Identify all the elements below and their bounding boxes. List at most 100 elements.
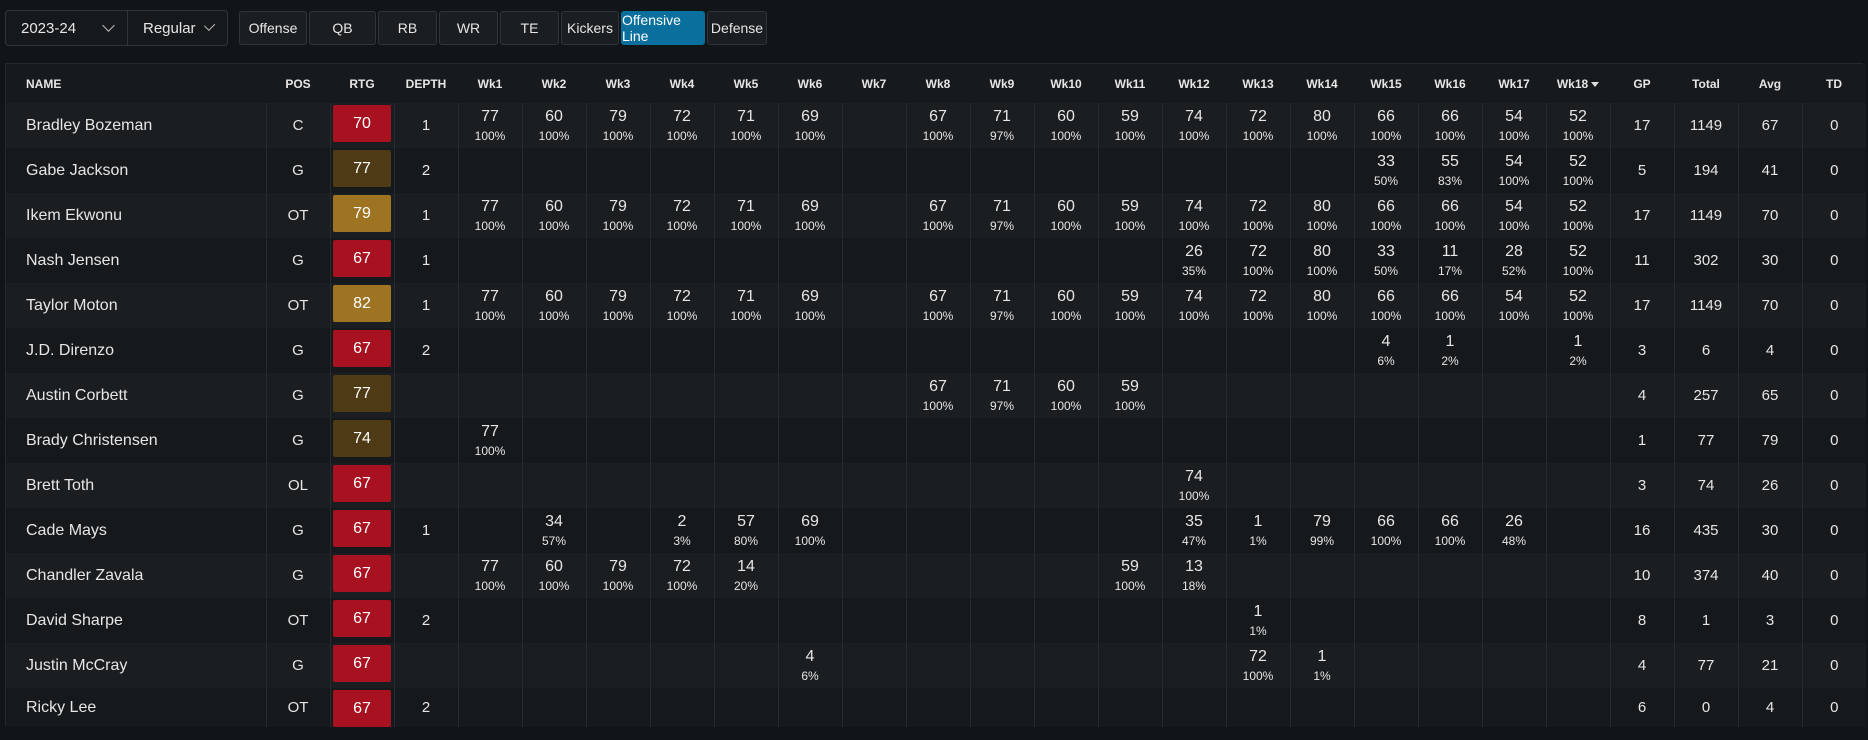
column-header-wk3[interactable]: Wk3 <box>586 64 650 103</box>
table-row[interactable]: Ikem Ekwonu OT 79 1 77 100% 60 100% 79 100% 72 100%… <box>6 193 1866 238</box>
season-type-dropdown[interactable]: Regular <box>128 11 227 45</box>
column-header-name[interactable]: NAME <box>6 64 266 103</box>
tab-te[interactable]: TE <box>500 11 559 45</box>
snap-count: 72 <box>1249 648 1267 665</box>
column-header-wk6[interactable]: Wk6 <box>778 64 842 103</box>
snap-count: 59 <box>1121 108 1139 125</box>
week-12-cell: 74 100% <box>1161 103 1226 148</box>
column-header-avg[interactable]: Avg <box>1738 64 1802 103</box>
rating-cell: 67 <box>329 598 394 643</box>
table-row[interactable]: Justin McCray G 67 4 6% 72 100% 1 1% 4 77 21 0 <box>6 643 1866 688</box>
column-header-wk7[interactable]: Wk7 <box>842 64 906 103</box>
snap-count: 77 <box>481 108 499 125</box>
column-header-wk16[interactable]: Wk16 <box>1418 64 1482 103</box>
total-cell: 1149 <box>1673 193 1738 238</box>
snap-count: 74 <box>1185 468 1203 485</box>
column-header-wk18[interactable]: Wk18 <box>1546 64 1610 103</box>
column-header-pos[interactable]: POS <box>266 64 330 103</box>
season-dropdown[interactable]: 2023-24 <box>6 11 128 45</box>
column-header-gp[interactable]: GP <box>1610 64 1674 103</box>
week-2-cell <box>521 643 586 688</box>
games-played-cell: 4 <box>1609 373 1674 418</box>
snap-percent: 100% <box>602 129 634 143</box>
table-row[interactable]: Austin Corbett G 77 67 100% 71 97% 60 100% 59 100%… <box>6 373 1866 418</box>
depth-cell: 1 <box>393 283 458 328</box>
table-row[interactable]: J.D. Direnzo G 67 2 4 6% 1 2% 1 2% 3 6 4 0 <box>6 328 1866 373</box>
table-row[interactable]: Brett Toth OL 67 74 100% 3 74 26 0 <box>6 463 1866 508</box>
week-18-cell: 52 100% <box>1545 238 1610 283</box>
column-header-wk9[interactable]: Wk9 <box>970 64 1034 103</box>
column-header-wk12[interactable]: Wk12 <box>1162 64 1226 103</box>
column-header-label: NAME <box>26 76 62 91</box>
snap-percent: 100% <box>794 309 826 323</box>
snap-count: 77 <box>481 198 499 215</box>
week-5-cell <box>713 418 778 463</box>
week-14-cell <box>1289 148 1354 193</box>
tab-kickers[interactable]: Kickers <box>561 11 619 45</box>
tab-defense[interactable]: Defense <box>707 11 767 45</box>
player-name-cell: J.D. Direnzo <box>6 328 266 373</box>
tab-qb[interactable]: QB <box>309 11 376 45</box>
touchdowns-cell: 0 <box>1801 103 1866 148</box>
week-4-cell: 72 100% <box>649 553 714 598</box>
table-row[interactable]: David Sharpe OT 67 2 1 1% 8 1 3 0 <box>6 598 1866 643</box>
week-6-cell: 69 100% <box>777 193 842 238</box>
column-header-wk15[interactable]: Wk15 <box>1354 64 1418 103</box>
week-13-cell: 72 100% <box>1225 238 1290 283</box>
column-header-wk5[interactable]: Wk5 <box>714 64 778 103</box>
column-header-depth[interactable]: DEPTH <box>394 64 458 103</box>
player-name-cell: Taylor Moton <box>6 283 266 328</box>
table-row[interactable]: Ricky Lee OT 67 2 6 0 4 0 <box>6 688 1866 727</box>
week-11-cell <box>1097 238 1162 283</box>
week-3-cell: 79 100% <box>585 283 650 328</box>
week-14-cell <box>1289 418 1354 463</box>
week-18-cell <box>1545 463 1610 508</box>
tab-offense[interactable]: Offense <box>239 11 307 45</box>
column-header-wk14[interactable]: Wk14 <box>1290 64 1354 103</box>
snap-percent: 100% <box>1370 129 1402 143</box>
tab-wr[interactable]: WR <box>439 11 498 45</box>
table-row[interactable]: Taylor Moton OT 82 1 77 100% 60 100% 79 100% 72 100… <box>6 283 1866 328</box>
column-header-label: Wk15 <box>1370 76 1402 91</box>
column-header-wk2[interactable]: Wk2 <box>522 64 586 103</box>
week-14-cell: 80 100% <box>1289 238 1354 283</box>
column-header-total[interactable]: Total <box>1674 64 1738 103</box>
snap-percent: 100% <box>1242 129 1274 143</box>
column-header-wk13[interactable]: Wk13 <box>1226 64 1290 103</box>
table-row[interactable]: Bradley Bozeman C 70 1 77 100% 60 100% 79 100% 72 1… <box>6 103 1866 148</box>
column-header-rtg[interactable]: RTG <box>330 64 394 103</box>
table-row[interactable]: Cade Mays G 67 1 34 57% 2 3% 57 80% 69 100% 35 47% 1 1%… <box>6 508 1866 553</box>
snap-percent: 57% <box>541 534 567 548</box>
snap-percent: 18% <box>1181 579 1207 593</box>
table-row[interactable]: Chandler Zavala G 67 77 100% 60 100% 79 100% 72 10… <box>6 553 1866 598</box>
column-header-wk11[interactable]: Wk11 <box>1098 64 1162 103</box>
week-10-cell: 60 100% <box>1033 373 1098 418</box>
rating-cell: 77 <box>329 148 394 193</box>
snap-count: 1 <box>1445 333 1455 350</box>
column-header-wk1[interactable]: Wk1 <box>458 64 522 103</box>
snap-count: 80 <box>1313 288 1331 305</box>
week-4-cell: 2 3% <box>649 508 714 553</box>
table-row[interactable]: Brady Christensen G 74 77 100% 1 77 79 0 <box>6 418 1866 463</box>
week-14-cell <box>1289 463 1354 508</box>
table-row[interactable]: Nash Jensen G 67 1 26 35% 72 100% 80 100% 33 50% 11 1… <box>6 238 1866 283</box>
tab-offensive-line[interactable]: Offensive Line <box>621 11 705 45</box>
column-header-wk17[interactable]: Wk17 <box>1482 64 1546 103</box>
snap-percent: 6% <box>801 669 819 683</box>
snap-count: 79 <box>609 558 627 575</box>
snap-count: 4 <box>805 648 815 665</box>
column-header-wk10[interactable]: Wk10 <box>1034 64 1098 103</box>
tab-rb[interactable]: RB <box>378 11 437 45</box>
player-name-cell: Gabe Jackson <box>6 148 266 193</box>
column-header-wk4[interactable]: Wk4 <box>650 64 714 103</box>
table-row[interactable]: Gabe Jackson G 77 2 33 50% 55 83% 54 100% 52 100% 5 1… <box>6 148 1866 193</box>
column-header-td[interactable]: TD <box>1802 64 1866 103</box>
column-header-wk8[interactable]: Wk8 <box>906 64 970 103</box>
week-4-cell <box>649 238 714 283</box>
week-15-cell <box>1353 463 1418 508</box>
snap-percent: 100% <box>602 219 634 233</box>
snap-count: 11 <box>1441 243 1459 260</box>
games-played-cell: 17 <box>1609 283 1674 328</box>
total-cell: 0 <box>1673 688 1738 727</box>
week-7-cell <box>841 598 906 643</box>
